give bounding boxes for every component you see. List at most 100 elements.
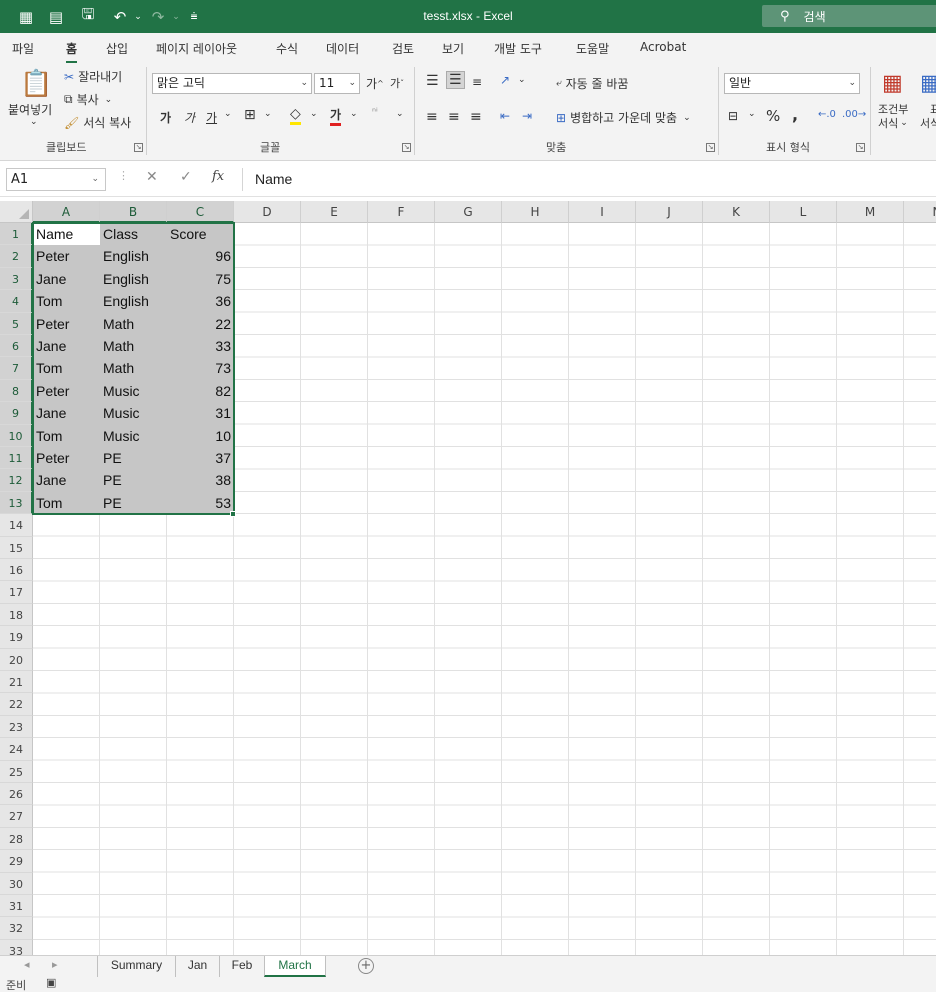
row-header-7[interactable]: 7 bbox=[0, 357, 33, 380]
increase-indent-icon[interactable]: ⇥ bbox=[522, 109, 532, 123]
decrease-decimal-icon[interactable]: .00→ bbox=[842, 109, 866, 120]
cell-b10[interactable]: Music bbox=[100, 425, 167, 447]
enter-icon[interactable]: ✓ bbox=[180, 169, 192, 185]
macro-record-icon[interactable]: ▣ bbox=[46, 976, 56, 989]
grow-font-button[interactable]: 가 ^ bbox=[366, 75, 384, 92]
paste-icon[interactable]: 📋 bbox=[20, 69, 52, 99]
fill-color-icon[interactable]: ◇ bbox=[290, 106, 301, 125]
italic-button[interactable]: 가 bbox=[184, 109, 195, 126]
accounting-dropdown-icon[interactable]: ⌄ bbox=[748, 109, 756, 119]
cell-b13[interactable]: PE bbox=[100, 492, 167, 514]
cancel-icon[interactable]: ✕ bbox=[146, 169, 158, 185]
autosave-icon[interactable]: ▦ bbox=[14, 0, 38, 33]
cell-a13[interactable]: Tom bbox=[33, 492, 100, 514]
conditional-formatting-label-2[interactable]: 서식 ⌄ bbox=[878, 115, 908, 131]
decrease-indent-icon[interactable]: ⇤ bbox=[500, 109, 510, 123]
sheet-tab-jan[interactable]: Jan bbox=[175, 956, 219, 977]
cell-c2[interactable]: 96 bbox=[167, 245, 234, 267]
align-bottom-icon[interactable]: ≡ bbox=[472, 75, 482, 89]
row-header-15[interactable]: 15 bbox=[0, 536, 33, 559]
column-header-f[interactable]: F bbox=[368, 201, 435, 223]
row-header-17[interactable]: 17 bbox=[0, 581, 33, 604]
cell-c9[interactable]: 31 bbox=[167, 402, 234, 424]
form-icon[interactable]: ▤ bbox=[44, 0, 68, 33]
paste-dropdown-icon[interactable]: ⌄ bbox=[30, 117, 38, 127]
column-header-c[interactable]: C bbox=[167, 201, 234, 223]
format-as-table-icon[interactable]: ▦ bbox=[920, 71, 936, 96]
scroll-right-icon[interactable]: ▸ bbox=[52, 958, 58, 971]
merge-center-button[interactable]: ⊞ 병합하고 가운데 맞춤 ⌄ bbox=[556, 109, 691, 126]
name-box[interactable]: A1 ⌄ bbox=[6, 168, 106, 191]
cell-c13[interactable]: 53 bbox=[167, 492, 234, 514]
borders-icon[interactable]: ⊞ bbox=[244, 107, 256, 123]
format-painter-button[interactable]: 🖌 서식 복사 bbox=[64, 114, 131, 131]
column-header-i[interactable]: I bbox=[569, 201, 636, 223]
sheet-tab-feb[interactable]: Feb bbox=[219, 956, 264, 977]
cell-b5[interactable]: Math bbox=[100, 313, 167, 335]
row-header-3[interactable]: 3 bbox=[0, 267, 33, 291]
bold-button[interactable]: 가 bbox=[160, 109, 171, 126]
cell-c3[interactable]: 75 bbox=[167, 268, 234, 290]
select-all-button[interactable] bbox=[0, 201, 33, 223]
cell-a6[interactable]: Jane bbox=[33, 335, 100, 357]
cell-a8[interactable]: Peter bbox=[33, 380, 100, 402]
cell-c1[interactable]: Score bbox=[167, 223, 234, 245]
copy-button[interactable]: ⧉ 복사 ⌄ bbox=[64, 91, 112, 108]
cell-c4[interactable]: 36 bbox=[167, 290, 234, 312]
tab-page-layout[interactable]: 페이지 레이아웃 bbox=[156, 40, 237, 57]
row-header-19[interactable]: 19 bbox=[0, 626, 33, 649]
shrink-font-button[interactable]: 가ˇ bbox=[390, 75, 404, 91]
row-header-16[interactable]: 16 bbox=[0, 559, 33, 582]
row-header-23[interactable]: 23 bbox=[0, 715, 33, 739]
column-header-l[interactable]: L bbox=[770, 201, 837, 223]
row-header-2[interactable]: 2 bbox=[0, 245, 33, 268]
cell-a7[interactable]: Tom bbox=[33, 357, 100, 379]
tab-insert[interactable]: 삽입 bbox=[106, 40, 128, 57]
save-icon[interactable]: 🖫 bbox=[76, 0, 100, 33]
cell-c11[interactable]: 37 bbox=[167, 447, 234, 469]
cell-c5[interactable]: 22 bbox=[167, 313, 234, 335]
align-middle-icon[interactable]: ☰ bbox=[446, 71, 465, 89]
cell-c12[interactable]: 38 bbox=[167, 469, 234, 491]
cell-a10[interactable]: Tom bbox=[33, 425, 100, 447]
row-header-1[interactable]: 1 bbox=[0, 223, 33, 246]
add-sheet-button[interactable]: + bbox=[358, 958, 374, 974]
format-as-table-label-2[interactable]: 서식 bbox=[920, 115, 936, 131]
underline-dropdown-icon[interactable]: ⌄ bbox=[224, 109, 232, 119]
cell-a12[interactable]: Jane bbox=[33, 469, 100, 491]
column-header-k[interactable]: K bbox=[703, 201, 770, 223]
cell-b1[interactable]: Class bbox=[100, 223, 167, 245]
cell-a5[interactable]: Peter bbox=[33, 313, 100, 335]
align-left-icon[interactable]: ≡ bbox=[426, 109, 438, 125]
row-header-18[interactable]: 18 bbox=[0, 603, 33, 627]
tab-view[interactable]: 보기 bbox=[442, 40, 464, 57]
row-header-21[interactable]: 21 bbox=[0, 671, 33, 694]
font-size-select[interactable]: 11 ⌄ bbox=[314, 73, 360, 94]
cell-b2[interactable]: English bbox=[100, 245, 167, 267]
row-header-4[interactable]: 4 bbox=[0, 290, 33, 313]
row-header-12[interactable]: 12 bbox=[0, 469, 33, 492]
sheet-tab-march[interactable]: March bbox=[264, 956, 326, 977]
font-color-button[interactable]: 가 bbox=[330, 106, 342, 126]
fill-handle[interactable] bbox=[230, 511, 236, 517]
row-header-24[interactable]: 24 bbox=[0, 738, 33, 761]
font-name-select[interactable]: 맑은 고딕 ⌄ bbox=[152, 73, 312, 94]
row-header-30[interactable]: 30 bbox=[0, 872, 33, 895]
cell-a4[interactable]: Tom bbox=[33, 290, 100, 312]
cell-c6[interactable]: 33 bbox=[167, 335, 234, 357]
tab-review[interactable]: 검토 bbox=[392, 40, 414, 57]
row-header-31[interactable]: 31 bbox=[0, 895, 33, 918]
clipboard-launcher-icon[interactable]: ↘ bbox=[134, 143, 143, 152]
row-header-22[interactable]: 22 bbox=[0, 693, 33, 716]
tab-developer[interactable]: 개발 도구 bbox=[494, 40, 542, 57]
cell-c10[interactable]: 10 bbox=[167, 425, 234, 447]
row-header-13[interactable]: 13 bbox=[0, 491, 33, 515]
row-header-33[interactable]: 33 bbox=[0, 939, 33, 955]
scroll-left-icon[interactable]: ◂ bbox=[24, 958, 30, 971]
customize-qat-icon[interactable]: ⩧ bbox=[182, 0, 206, 33]
percent-button[interactable]: % bbox=[766, 107, 780, 125]
row-header-20[interactable]: 20 bbox=[0, 648, 33, 671]
row-header-28[interactable]: 28 bbox=[0, 827, 33, 851]
cell-c8[interactable]: 82 bbox=[167, 380, 234, 402]
cell-b12[interactable]: PE bbox=[100, 469, 167, 491]
